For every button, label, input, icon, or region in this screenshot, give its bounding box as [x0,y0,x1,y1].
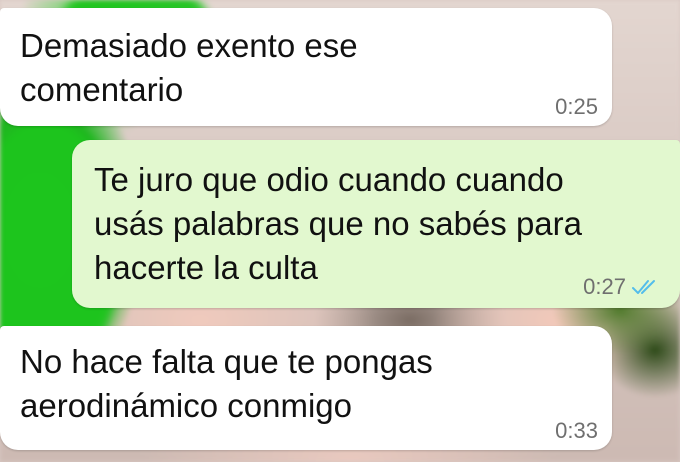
incoming-message-bubble[interactable]: No hace falta que te pongas aerodinámico… [0,326,612,450]
message-meta: 0:25 [555,94,598,120]
message-meta: 0:27 [583,274,658,300]
message-meta: 0:33 [555,418,598,444]
incoming-message-bubble[interactable]: Demasiado exento ese comentario 0:25 [0,8,612,126]
outgoing-message-bubble[interactable]: Te juro que odio cuando cuando usás pala… [72,140,680,308]
message-text: Te juro que odio cuando cuando usás pala… [94,161,583,286]
message-text: No hace falta que te pongas aerodinámico… [20,343,433,424]
double-check-read-icon [632,280,655,294]
message-time: 0:27 [583,274,626,299]
message-text: Demasiado exento ese comentario [20,27,358,108]
message-time: 0:25 [555,94,598,119]
message-time: 0:33 [555,418,598,443]
